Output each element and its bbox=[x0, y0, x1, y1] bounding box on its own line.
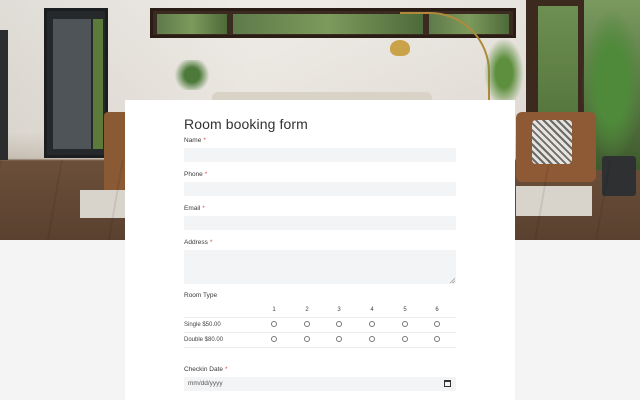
required-marker: * bbox=[203, 137, 206, 144]
name-label-text: Name bbox=[184, 137, 202, 144]
form-card: Room booking form Name * Phone * Email * Ad… bbox=[125, 100, 515, 400]
radio-double-6[interactable] bbox=[434, 336, 440, 342]
form-title: Room booking form bbox=[184, 116, 308, 132]
resize-handle-icon[interactable] bbox=[450, 278, 455, 283]
required-marker: * bbox=[204, 171, 208, 178]
door bbox=[44, 8, 108, 158]
email-label: Email * bbox=[184, 205, 205, 212]
radio-double-4[interactable] bbox=[369, 336, 375, 342]
radio-double-1[interactable] bbox=[271, 336, 277, 342]
radio-single-3[interactable] bbox=[336, 321, 342, 327]
lamp-shade bbox=[390, 40, 410, 56]
calendar-icon[interactable] bbox=[444, 380, 451, 387]
checkin-date-label: Checkin Date * bbox=[184, 366, 228, 373]
required-marker: * bbox=[202, 205, 205, 212]
name-input[interactable] bbox=[184, 148, 456, 162]
radio-single-2[interactable] bbox=[304, 321, 310, 327]
phone-label-text: Phone bbox=[184, 171, 203, 178]
column-header: 6 bbox=[435, 307, 439, 313]
date-placeholder: mm/dd/yyyy bbox=[188, 380, 223, 387]
column-header: 4 bbox=[370, 307, 374, 313]
name-label: Name * bbox=[184, 137, 206, 144]
email-label-text: Email bbox=[184, 205, 201, 212]
radio-double-3[interactable] bbox=[336, 336, 342, 342]
column-header: 1 bbox=[272, 307, 276, 313]
column-header: 2 bbox=[305, 307, 309, 313]
patterned-cushion bbox=[532, 120, 572, 164]
address-textarea[interactable] bbox=[184, 250, 456, 284]
row-label-double: Double $80.00 bbox=[184, 337, 224, 343]
radio-single-4[interactable] bbox=[369, 321, 375, 327]
grid-divider bbox=[184, 347, 456, 348]
potted-plant bbox=[484, 38, 524, 108]
door-glass bbox=[53, 19, 91, 149]
checkin-date-label-text: Checkin Date bbox=[184, 366, 224, 373]
left-door-frame bbox=[0, 30, 8, 160]
phone-input[interactable] bbox=[184, 182, 456, 196]
radio-single-6[interactable] bbox=[434, 321, 440, 327]
email-input[interactable] bbox=[184, 216, 456, 230]
window-pane bbox=[233, 14, 423, 34]
radio-single-1[interactable] bbox=[271, 321, 277, 327]
grid-divider bbox=[184, 332, 456, 333]
required-marker: * bbox=[225, 366, 228, 373]
window-pane bbox=[157, 14, 227, 34]
room-type-label: Room Type bbox=[184, 292, 218, 299]
row-label-single: Single $50.00 bbox=[184, 322, 221, 328]
column-header: 3 bbox=[337, 307, 341, 313]
column-header: 5 bbox=[403, 307, 407, 313]
required-marker: * bbox=[209, 239, 213, 246]
radio-double-2[interactable] bbox=[304, 336, 310, 342]
radio-double-5[interactable] bbox=[402, 336, 408, 342]
grid-divider bbox=[184, 317, 456, 318]
address-label-text: Address bbox=[184, 239, 208, 246]
checkin-date-input[interactable]: mm/dd/yyyy bbox=[184, 377, 456, 391]
radio-single-5[interactable] bbox=[402, 321, 408, 327]
phone-label: Phone * bbox=[184, 171, 207, 178]
door-garden-view bbox=[93, 19, 103, 149]
hanging-plant bbox=[172, 60, 212, 90]
address-label: Address * bbox=[184, 239, 212, 246]
